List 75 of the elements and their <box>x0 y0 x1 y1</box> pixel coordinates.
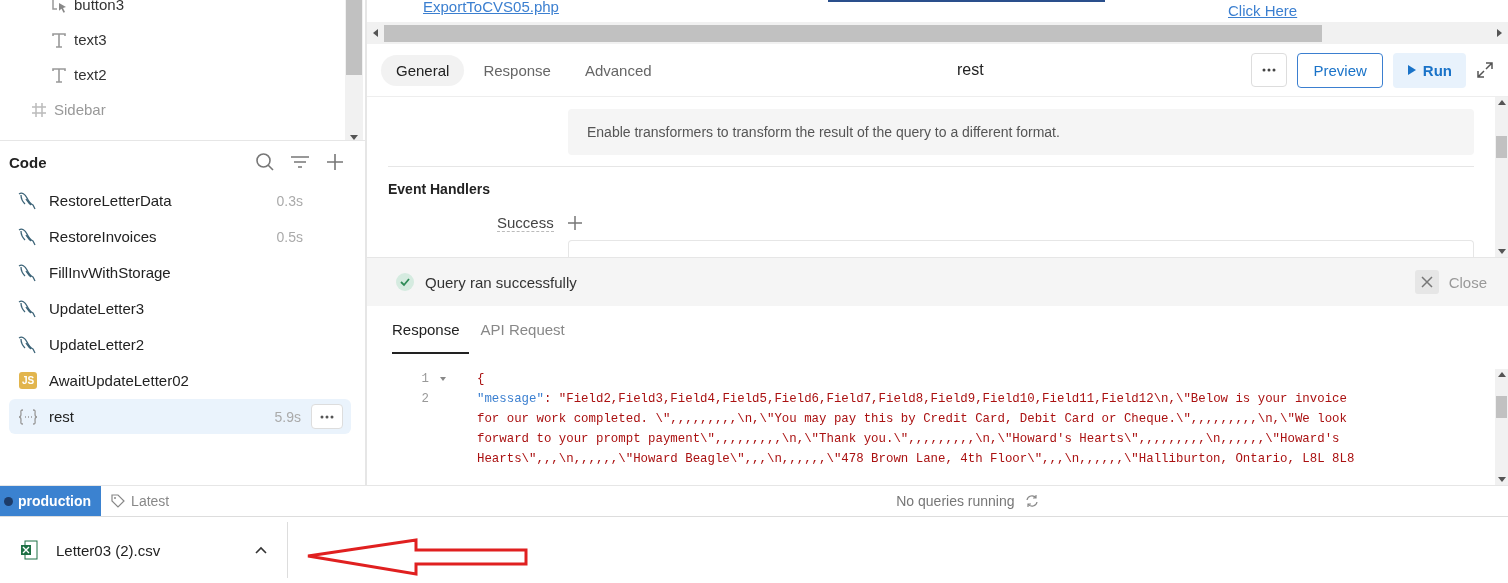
hint-text: Enable transformers to transform the result of the query to a different format. <box>568 109 1474 155</box>
scroll-thumb[interactable] <box>1496 396 1507 418</box>
scrollbar[interactable] <box>367 22 1508 44</box>
run-time: 0.3s <box>276 192 303 209</box>
tree-item-label[interactable]: text2 <box>74 66 107 83</box>
status-text: No queries running <box>896 493 1015 509</box>
search-icon[interactable] <box>255 152 275 172</box>
tab[interactable]: API Request <box>480 306 574 354</box>
query-title: rest <box>957 61 984 79</box>
environment-badge[interactable]: production <box>0 486 102 516</box>
line-number: 2 <box>420 392 429 406</box>
status-message: Query ran successfully <box>425 273 577 291</box>
scrollbar[interactable] <box>1495 369 1508 485</box>
run-time: 5.9s <box>274 408 301 425</box>
link[interactable]: Click Here <box>1228 2 1298 19</box>
scroll-up-icon[interactable] <box>1497 372 1506 377</box>
run-time: 0.5s <box>276 228 303 245</box>
panel-title: Code <box>9 153 47 171</box>
code-line: forward to your prompt payment\",,,,,,,,,\n,\"Thank you.\",,,,,,,,,\n,\"Howard's Hearts\",,,,,,,,,\n,,,,,,\"Howard's <box>477 432 1340 446</box>
line-number: 1 <box>420 372 429 386</box>
expand-icon[interactable] <box>1476 61 1494 79</box>
add-icon[interactable] <box>325 152 345 172</box>
refresh-icon[interactable] <box>1024 494 1039 508</box>
tab[interactable]: General <box>381 54 465 86</box>
play-icon <box>1406 64 1417 76</box>
fold-icon[interactable] <box>440 377 446 381</box>
query-item[interactable]: rest 5.9s <box>9 399 351 434</box>
tab[interactable]: Response <box>468 54 566 86</box>
text-icon <box>50 30 68 49</box>
text-icon <box>50 65 68 84</box>
code-line: for our work completed. \",,,,,,,,,\n,\"You may pay this by Credit Card, Debit Card or Cheque.\",,,,,,,,,\n,\"We look <box>477 412 1347 426</box>
more-button[interactable] <box>311 404 343 429</box>
code-line: Hearts\",,,\n,,,,,,\"Howard Beagle\",,,\n,,,,,,\"478 Brown Lane, 4th Floor\",,,\n,,,,,,\"Halliburton, Ontario, L8L 8L8 <box>477 452 1355 466</box>
tree-item-label[interactable]: text3 <box>74 31 107 48</box>
scroll-down-icon[interactable] <box>1497 477 1506 482</box>
query-item[interactable]: UpdateLetter2 <box>9 327 351 362</box>
query-item[interactable]: RestoreLetterData 0.3s <box>9 183 351 218</box>
scroll-left-icon[interactable] <box>373 29 378 37</box>
scroll-right-icon[interactable] <box>1497 29 1502 37</box>
scrollbar[interactable] <box>345 0 363 140</box>
check-icon <box>395 272 415 292</box>
scroll-down-icon[interactable] <box>1497 249 1506 254</box>
scroll-thumb[interactable] <box>1496 136 1507 158</box>
code-line: "message": "Field2,Field3,Field4,Field5,Field6,Field7,Field8,Field9,Field10,Field11,Field12\n,\"Below is your invoice <box>477 392 1347 406</box>
scroll-up-icon[interactable] <box>1497 100 1506 105</box>
query-item[interactable]: RestoreInvoices 0.5s <box>9 219 351 254</box>
query-item[interactable]: UpdateLetter3 <box>9 291 351 326</box>
ellipsis-icon <box>319 414 335 419</box>
query-item[interactable]: JS AwaitUpdateLetter02 <box>9 363 351 398</box>
js-badge: JS <box>19 372 37 389</box>
tab[interactable]: Advanced <box>569 54 667 86</box>
code-line: { <box>477 372 485 386</box>
link[interactable]: ExportToCVS05.php <box>423 0 559 15</box>
run-button[interactable]: Run <box>1392 52 1466 88</box>
query-item[interactable]: FillInvWithStorage <box>9 255 351 290</box>
caret-icon[interactable] <box>255 546 267 554</box>
field-label: Success <box>497 214 554 232</box>
scroll-down-icon[interactable] <box>350 135 358 140</box>
download-item[interactable]: Letter03 (2).csv <box>0 522 288 578</box>
braces-icon <box>17 406 39 427</box>
scrollbar[interactable] <box>1495 97 1508 257</box>
spreadsheet-icon <box>20 540 38 560</box>
close-icon <box>1420 276 1433 288</box>
hash-icon <box>30 100 48 119</box>
scroll-thumb[interactable] <box>384 24 1322 42</box>
tree-item-label[interactable]: button3 <box>74 0 125 13</box>
version-tag[interactable]: Latest <box>111 493 170 509</box>
scroll-thumb[interactable] <box>346 0 362 75</box>
preview-button[interactable]: Preview <box>1297 52 1383 88</box>
tag-icon <box>111 494 126 508</box>
ellipsis-icon <box>1261 68 1278 72</box>
tab[interactable]: Response <box>392 306 469 354</box>
cursor-icon <box>50 0 68 14</box>
add-icon[interactable] <box>565 214 584 232</box>
section-heading: Event Handlers <box>388 181 491 197</box>
